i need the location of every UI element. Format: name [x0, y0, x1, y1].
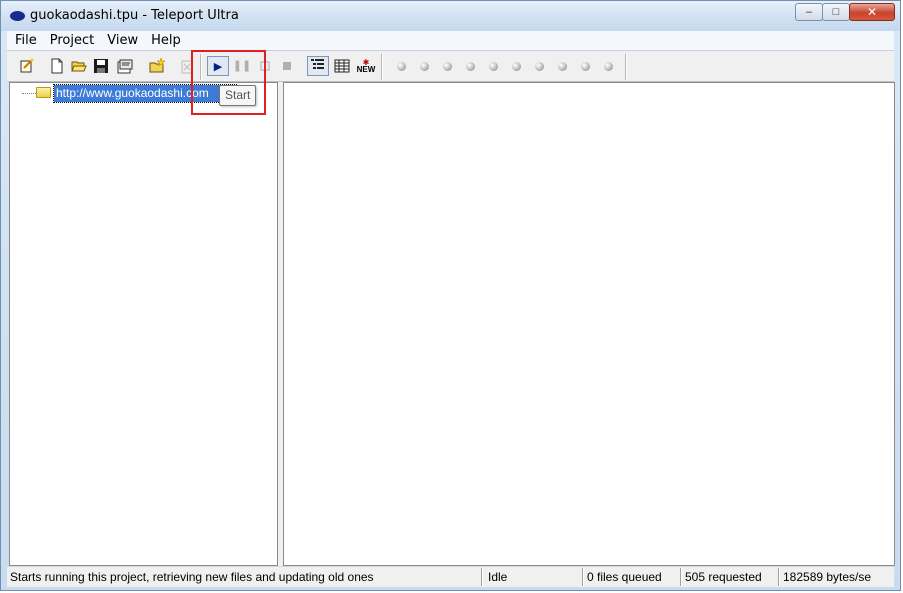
- thread-indicator-icon: [512, 62, 521, 71]
- thread-indicator-icon: [466, 62, 475, 71]
- app-icon: [10, 11, 25, 21]
- status-message: Starts running this project, retrieving …: [10, 570, 374, 584]
- status-requested: 505 requested: [685, 570, 762, 584]
- thread-indicator-icon: [443, 62, 452, 71]
- status-divider: [778, 568, 780, 586]
- properties-icon[interactable]: [117, 58, 133, 74]
- thread-indicator-icon: [604, 62, 613, 71]
- thread-indicator-icon: [581, 62, 590, 71]
- maximize-button[interactable]: □: [822, 3, 850, 21]
- new-project-wizard-icon[interactable]: [19, 58, 35, 74]
- status-divider: [680, 568, 682, 586]
- toolbar: ▶ ❚❚ ✱ NEW: [7, 51, 894, 82]
- status-divider: [481, 568, 483, 586]
- file-list-pane[interactable]: [283, 82, 895, 566]
- menu-project[interactable]: Project: [45, 33, 99, 48]
- thread-indicator-icon: [535, 62, 544, 71]
- save-icon[interactable]: [93, 58, 109, 74]
- minimize-icon: –: [805, 6, 813, 18]
- maximize-icon: □: [832, 6, 840, 18]
- details-view-icon[interactable]: [334, 58, 350, 74]
- thread-indicator-icon: [420, 62, 429, 71]
- status-bar: Starts running this project, retrieving …: [7, 567, 894, 587]
- status-rate: 182589 bytes/se: [783, 570, 872, 584]
- thread-indicator-icon: [558, 62, 567, 71]
- folder-icon: [36, 87, 51, 98]
- status-state: Idle: [488, 570, 508, 584]
- open-folder-icon[interactable]: [71, 58, 87, 74]
- app-window: guokaodashi.tpu - Teleport Ultra – □ ✕ F…: [0, 0, 901, 591]
- window-title: guokaodashi.tpu - Teleport Ultra: [30, 8, 239, 23]
- thread-indicator-icon: [489, 62, 498, 71]
- toolbar-separator: [381, 54, 383, 80]
- toolbar-separator: [625, 54, 627, 80]
- menu-file[interactable]: File: [10, 33, 42, 48]
- project-tree-pane[interactable]: http://www.guokaodashi.com: [9, 82, 278, 566]
- status-queued: 0 files queued: [587, 570, 662, 584]
- tree-view-button[interactable]: [307, 56, 329, 76]
- menu-view[interactable]: View: [102, 33, 143, 48]
- tree-connector: [22, 93, 36, 95]
- close-button[interactable]: ✕: [849, 3, 895, 21]
- new-folder-icon[interactable]: [149, 58, 165, 74]
- new-badge-icon[interactable]: ✱ NEW: [356, 58, 376, 74]
- thread-indicator-icon: [397, 62, 406, 71]
- title-bar[interactable]: guokaodashi.tpu - Teleport Ultra – □ ✕: [1, 1, 900, 31]
- minimize-button[interactable]: –: [795, 3, 823, 21]
- close-icon: ✕: [866, 5, 878, 19]
- status-divider: [582, 568, 584, 586]
- annotation-highlight-box: [191, 50, 266, 115]
- new-file-icon[interactable]: [49, 58, 65, 74]
- menu-help[interactable]: Help: [146, 33, 186, 48]
- menu-bar: File Project View Help: [7, 31, 894, 51]
- new-badge-label: NEW: [356, 64, 376, 74]
- stop-all-icon[interactable]: [279, 58, 295, 74]
- tree-view-icon: [310, 58, 326, 75]
